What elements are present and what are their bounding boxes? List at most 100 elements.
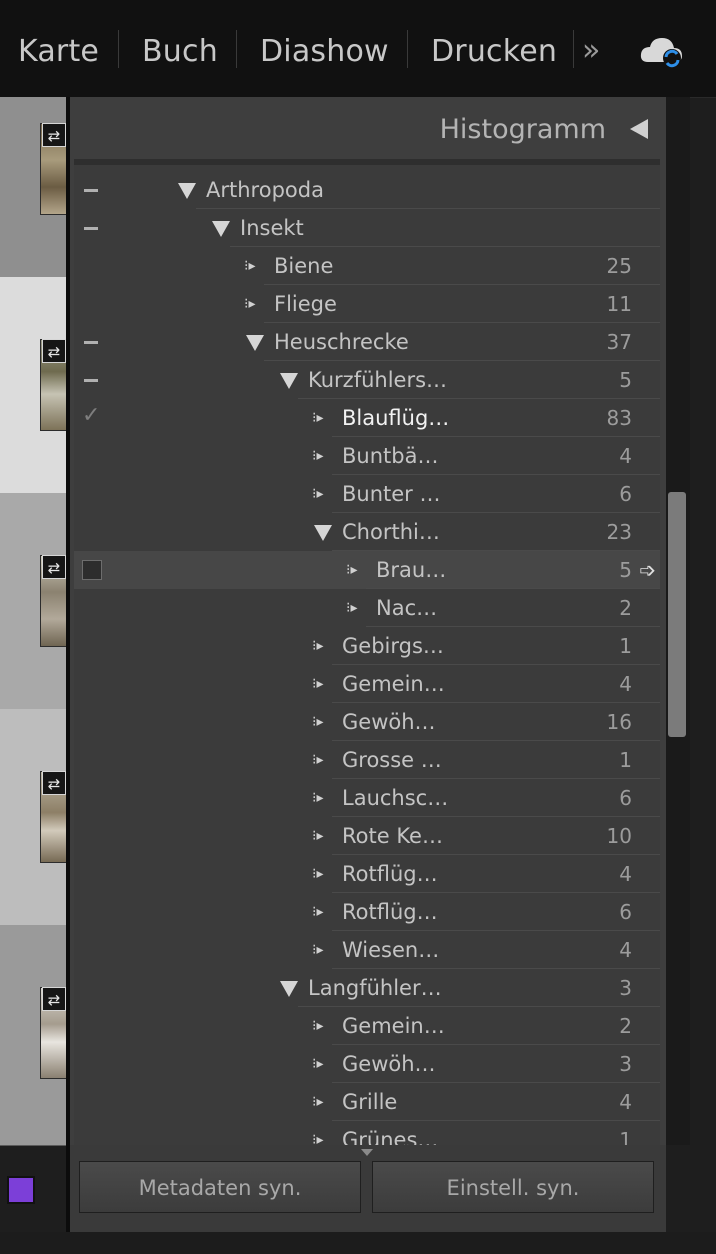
keyword-count: 3 [619, 976, 632, 1000]
keyword-leaf-icon: ⁝▸ [312, 942, 324, 958]
expand-triangle-icon[interactable] [280, 373, 298, 389]
keyword-leaf-icon: ⁝▸ [312, 790, 324, 806]
keyword-row[interactable]: ⁝▸ Fliege 11 [74, 285, 660, 323]
partial-keyword-mark-icon[interactable] [84, 189, 98, 192]
keyword-count: 4 [619, 862, 632, 886]
keyword-label: Bunter … [342, 482, 441, 506]
keyword-leaf-icon: ⁝▸ [312, 676, 324, 692]
keyword-label: Buntbä… [342, 444, 439, 468]
keyword-row[interactable]: Heuschrecke 37 [74, 323, 660, 361]
keyword-checkmark-icon[interactable]: ✓ [82, 403, 100, 428]
keyword-label: Gewöh… [342, 710, 436, 734]
partial-keyword-mark-icon[interactable] [84, 379, 98, 382]
partial-keyword-mark-icon[interactable] [84, 341, 98, 344]
keyword-leaf-icon: ⁝▸ [244, 296, 256, 312]
scrollbar-thumb[interactable] [668, 492, 686, 737]
keyword-count: 10 [606, 824, 632, 848]
module-buch[interactable]: Buch [142, 28, 218, 76]
keyword-row[interactable]: ⁝▸ Gemein… 2 [74, 1007, 660, 1045]
module-diashow[interactable]: Diashow [260, 28, 389, 76]
keyword-label: Lauchsc… [342, 786, 449, 810]
histogram-header[interactable]: Histogramm [440, 112, 606, 148]
keyword-leaf-icon: ⁝▸ [312, 714, 324, 730]
cloud-sync-icon[interactable] [638, 34, 686, 70]
keyword-leaf-icon: ⁝▸ [346, 562, 358, 578]
keyword-count: 6 [619, 900, 632, 924]
keyword-leaf-icon: ⁝▸ [312, 1056, 324, 1072]
partial-keyword-mark-icon[interactable] [84, 227, 98, 230]
keyword-label: Rotflüg… [342, 900, 438, 924]
keyword-row[interactable]: ⁝▸ Grille 4 [74, 1083, 660, 1121]
module-drucken[interactable]: Drucken [431, 28, 557, 76]
keyword-leaf-icon: ⁝▸ [312, 410, 324, 426]
expand-triangle-icon[interactable] [314, 525, 332, 541]
keyword-row[interactable]: ⁝▸ Rote Ke… 10 [74, 817, 660, 855]
keyword-row[interactable]: Insekt [74, 209, 660, 247]
virtual-copy-icon: ⇄ [42, 987, 66, 1011]
keyword-count: 37 [606, 330, 632, 354]
keyword-label: Gebirgs… [342, 634, 444, 658]
filmstrip-cell[interactable]: ⇄ [0, 493, 68, 710]
keyword-label: Biene [274, 254, 334, 278]
keyword-label: Grille [342, 1090, 398, 1114]
scroll-more-indicator [361, 1149, 373, 1156]
keyword-row[interactable]: ⁝▸ Bunter … 6 [74, 475, 660, 513]
module-divider [236, 30, 237, 68]
color-label-swatch[interactable] [7, 1176, 35, 1204]
keyword-label: Rote Ke… [342, 824, 443, 848]
keyword-row[interactable]: Chorthi… 23 [74, 513, 660, 551]
keyword-row[interactable]: ⁝▸ Rotflüg… 6 [74, 893, 660, 931]
more-modules-icon[interactable]: » [582, 30, 600, 72]
keyword-count: 1 [619, 634, 632, 658]
filmstrip-cell[interactable]: ⇄ [0, 97, 68, 278]
keyword-leaf-icon: ⁝▸ [312, 752, 324, 768]
expand-triangle-icon[interactable] [246, 335, 264, 351]
filmstrip: ⇄ ⇄ ⇄ ⇄ ⇄ [0, 97, 68, 1146]
keyword-row[interactable]: ⁝▸ Brau… 5 ➩ [74, 551, 660, 589]
filmstrip-cell[interactable]: ⇄ [0, 709, 68, 926]
keyword-label: Chorthi… [342, 520, 440, 544]
keyword-row[interactable]: ⁝▸ Buntbä… 4 [74, 437, 660, 475]
keyword-leaf-icon: ⁝▸ [312, 828, 324, 844]
keyword-row[interactable]: ⁝▸ Grosse … 1 [74, 741, 660, 779]
keyword-label: Blauflüg… [342, 406, 450, 430]
keyword-label: Rotflüg… [342, 862, 438, 886]
keyword-row[interactable]: Kurzfühlers… 5 [74, 361, 660, 399]
module-karte[interactable]: Karte [18, 28, 99, 76]
filmstrip-cell[interactable]: ⇄ [0, 277, 68, 494]
keyword-label: Gewöh… [342, 1052, 436, 1076]
keyword-row[interactable]: Langfühler… 3 [74, 969, 660, 1007]
collapse-triangle-icon[interactable] [630, 119, 648, 139]
keyword-row[interactable]: ⁝▸ Wiesen… 4 [74, 931, 660, 969]
keyword-row[interactable]: ⁝▸ Gemein… 4 [74, 665, 660, 703]
keyword-count: 11 [606, 292, 632, 316]
keyword-row[interactable]: ⁝▸ Rotflüg… 4 [74, 855, 660, 893]
expand-triangle-icon[interactable] [280, 981, 298, 997]
virtual-copy-icon: ⇄ [42, 555, 66, 579]
virtual-copy-icon: ⇄ [42, 123, 66, 147]
expand-triangle-icon[interactable] [212, 221, 230, 237]
sync-metadata-button[interactable]: Metadaten syn. [79, 1161, 361, 1213]
keyword-count: 83 [606, 406, 632, 430]
keyword-row[interactable]: ⁝▸ Lauchsc… 6 [74, 779, 660, 817]
keyword-row[interactable]: Arthropoda [74, 171, 660, 209]
keyword-row[interactable]: ⁝▸ Gebirgs… 1 [74, 627, 660, 665]
module-divider [573, 30, 574, 68]
keyword-row[interactable]: ⁝▸ Gewöh… 16 [74, 703, 660, 741]
keyword-checkbox[interactable] [82, 560, 102, 580]
keyword-row[interactable]: ⁝▸ Gewöh… 3 [74, 1045, 660, 1083]
keyword-count: 2 [619, 1014, 632, 1038]
keyword-list: Arthropoda Insekt ⁝▸ Biene 25 ⁝▸ Fliege 11 Heusc… [74, 159, 660, 1149]
keyword-row[interactable]: ⁝▸ Biene 25 [74, 247, 660, 285]
keyword-leaf-icon: ⁝▸ [312, 486, 324, 502]
keyword-row[interactable]: ⁝▸ Nac… 2 [74, 589, 660, 627]
keyword-row[interactable]: ✓ ⁝▸ Blauflüg… 83 [74, 399, 660, 437]
sync-settings-button[interactable]: Einstell. syn. [372, 1161, 654, 1213]
keyword-filter-arrow-icon[interactable]: ➩ [639, 559, 656, 581]
keyword-label: Heuschrecke [274, 330, 409, 354]
expand-triangle-icon[interactable] [178, 183, 196, 199]
filmstrip-cell[interactable]: ⇄ [0, 925, 68, 1146]
keyword-label: Gemein… [342, 1014, 445, 1038]
module-divider [118, 30, 119, 68]
keyword-leaf-icon: ⁝▸ [312, 866, 324, 882]
